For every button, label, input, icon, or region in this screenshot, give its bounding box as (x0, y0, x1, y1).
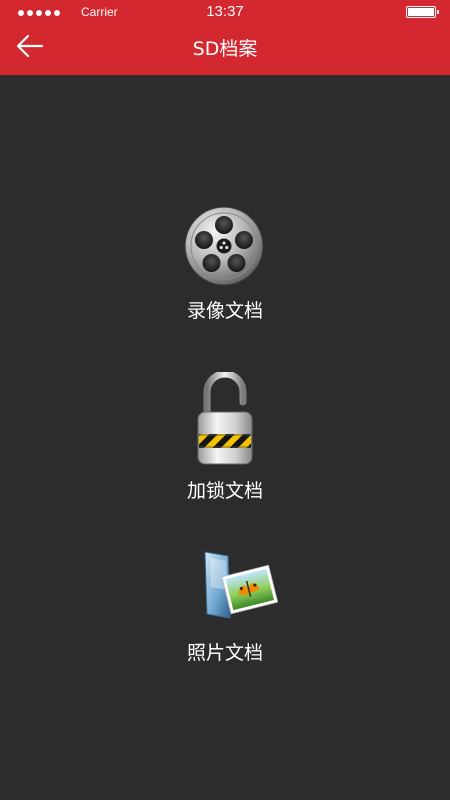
film-reel-icon (184, 206, 264, 286)
locked-documents-item[interactable]: 加锁文档 (125, 372, 325, 502)
locked-documents-label: 加锁文档 (186, 480, 263, 502)
photo-documents-label: 照片文档 (186, 642, 263, 664)
header-bar: Carrier 13:37 SD档案 (0, 0, 450, 75)
battery-icon (406, 6, 439, 18)
padlock-icon (197, 372, 253, 465)
status-time: 13:37 (206, 3, 244, 20)
status-bar: Carrier 13:37 (0, 0, 450, 26)
page-title: SD档案 (192, 38, 258, 60)
video-documents-item[interactable]: 录像文档 (125, 200, 325, 325)
photo-folder-icon (204, 551, 279, 619)
photo-documents-item[interactable]: 照片文档 (125, 550, 325, 665)
video-documents-label: 录像文档 (186, 300, 263, 322)
